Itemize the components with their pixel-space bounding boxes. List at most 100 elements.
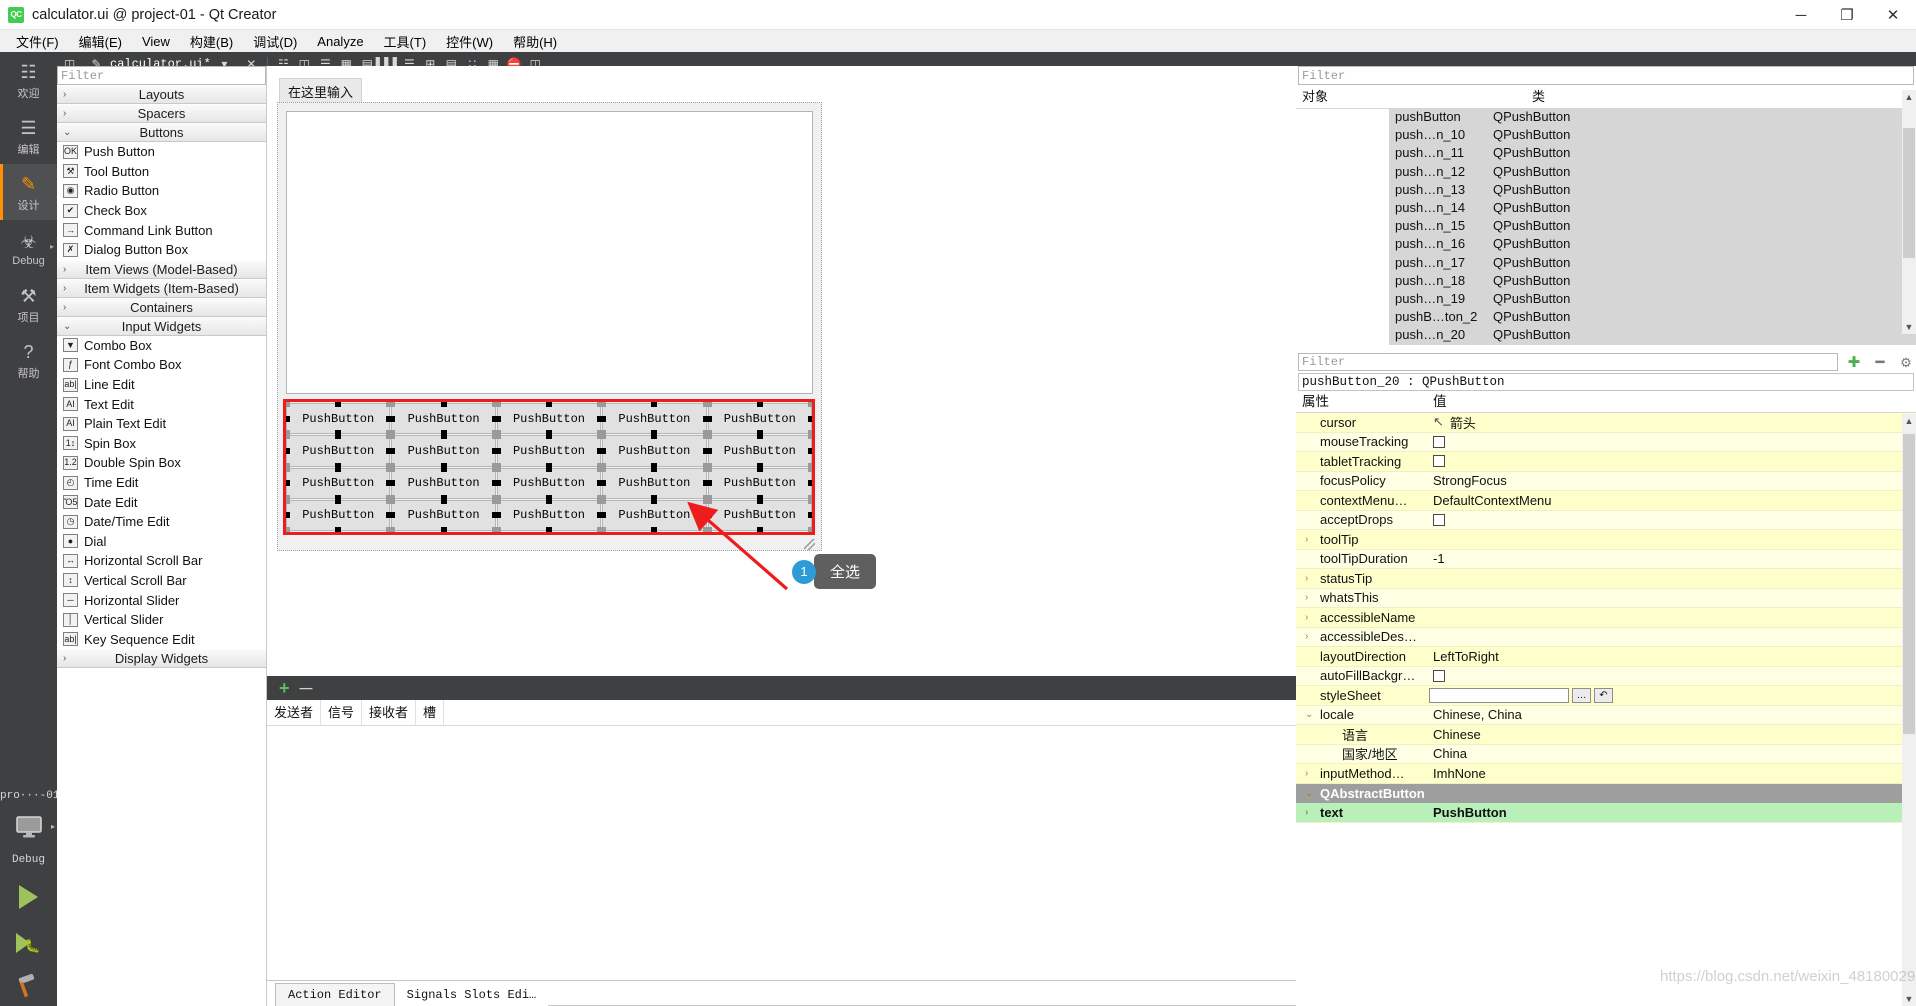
mode-帮助[interactable]: ? 帮助 [0, 332, 57, 388]
chevron-right-icon[interactable]: › [1305, 631, 1308, 642]
run-button[interactable] [0, 874, 57, 920]
object-inspector-row[interactable]: push…n_16 QPushButton [1296, 236, 1916, 255]
widget-item-text-edit[interactable]: AI Text Edit [57, 394, 266, 414]
object-inspector-row[interactable]: push…n_10 QPushButton [1296, 127, 1916, 146]
remove-connection-button[interactable]: ─ [300, 679, 313, 697]
widget-item-check-box[interactable]: ✔ Check Box [57, 201, 266, 221]
chevron-right-icon[interactable]: › [1305, 592, 1308, 603]
property-row-toolTip[interactable]: › toolTip [1296, 530, 1916, 550]
property-row-styleSheet[interactable]: styleSheet … ↶ [1296, 686, 1916, 706]
property-row-accessibleName[interactable]: › accessibleName [1296, 608, 1916, 628]
object-inspector-row[interactable]: push…n_13 QPushButton [1296, 181, 1916, 200]
reset-property-button[interactable]: ↶ [1594, 687, 1613, 703]
property-value[interactable]: … ↶ [1427, 686, 1916, 706]
menubar-placeholder[interactable]: 在这里输入 [279, 78, 363, 105]
widget-item-vertical-scroll-bar[interactable]: ↕ Vertical Scroll Bar [57, 571, 266, 591]
menu-item-2[interactable]: View [132, 32, 180, 51]
kit-selector[interactable]: pro···-01 ▸ Debug 🐛 [0, 786, 59, 1006]
widget-box-filter-input[interactable]: Filter [57, 66, 266, 85]
property-row-statusTip[interactable]: › statusTip [1296, 569, 1916, 589]
menu-item-7[interactable]: 控件(W) [436, 30, 503, 53]
display-area[interactable] [286, 111, 813, 394]
chevron-down-icon[interactable]: ⌄ [1305, 788, 1313, 799]
widget-category-2[interactable]: ⌄ Buttons [57, 123, 266, 142]
widget-item-font-combo-box[interactable]: ƒ Font Combo Box [57, 355, 266, 375]
menu-item-3[interactable]: 构建(B) [180, 30, 243, 53]
form-widget[interactable]: PushButton PushButton PushButton PushButton… [277, 102, 822, 551]
menu-item-0[interactable]: 文件(F) [6, 30, 69, 53]
scroll-up-arrow[interactable]: ▲ [1902, 90, 1916, 104]
form-designer-canvas[interactable]: 在这里输入 PushButton PushButton PushButton Push… [267, 66, 1296, 676]
checkbox[interactable] [1433, 455, 1445, 468]
property-value[interactable]: China [1427, 744, 1916, 764]
property-value[interactable] [1427, 608, 1916, 628]
property-value[interactable]: DefaultContextMenu [1427, 491, 1916, 511]
property-value[interactable]: Chinese [1427, 725, 1916, 745]
menu-item-5[interactable]: Analyze [307, 32, 373, 51]
widget-item-radio-button[interactable]: ◉ Radio Button [57, 181, 266, 201]
chevron-right-icon[interactable]: › [1305, 573, 1308, 584]
property-value[interactable] [1427, 569, 1916, 589]
property-row-toolTipDuration[interactable]: toolTipDuration -1 [1296, 549, 1916, 569]
property-row-text[interactable]: › text PushButton [1296, 803, 1916, 823]
menu-item-8[interactable]: 帮助(H) [503, 30, 567, 53]
property-value[interactable] [1427, 666, 1916, 686]
menu-item-6[interactable]: 工具(T) [374, 30, 437, 53]
widget-category-4[interactable]: › Item Widgets (Item-Based) [57, 278, 266, 298]
object-inspector-row[interactable]: push…n_14 QPushButton [1296, 199, 1916, 219]
stylesheet-dialog-button[interactable]: … [1572, 687, 1591, 703]
widget-item-dialog-button-box[interactable]: ✗ Dialog Button Box [57, 240, 266, 260]
widget-item-line-edit[interactable]: ab| Line Edit [57, 375, 266, 395]
property-row-whatsThis[interactable]: › whatsThis [1296, 588, 1916, 608]
menu-item-1[interactable]: 编辑(E) [69, 30, 132, 53]
object-inspector-row[interactable]: pushButton QPushButton [1296, 109, 1916, 128]
property-row-layoutDirection[interactable]: layoutDirection LeftToRight [1296, 647, 1916, 667]
property-editor-scrollbar[interactable]: ▲ ▼ [1902, 414, 1916, 1006]
property-value[interactable]: PushButton [1427, 803, 1916, 823]
object-inspector-row[interactable]: pushB…ton_2 QPushButton [1296, 309, 1916, 328]
widget-category-1[interactable]: › Spacers [57, 104, 266, 123]
scroll-thumb[interactable] [1903, 434, 1915, 734]
wrench-icon[interactable]: ⚙ [1896, 356, 1916, 369]
widget-category-6[interactable]: ⌄ Input Widgets [57, 316, 266, 336]
object-inspector-filter-input[interactable]: Filter [1298, 66, 1914, 85]
widget-item-horizontal-scroll-bar[interactable]: ↔ Horizontal Scroll Bar [57, 551, 266, 571]
property-row-mouseTracking[interactable]: mouseTracking [1296, 432, 1916, 452]
widget-item-tool-button[interactable]: ⚒ Tool Button [57, 162, 266, 182]
widget-item-vertical-slider[interactable]: │ Vertical Slider [57, 610, 266, 630]
property-row-autoFillBackgr[interactable]: autoFillBackgr… [1296, 666, 1916, 686]
checkbox[interactable] [1433, 513, 1445, 526]
scroll-down-arrow[interactable]: ▼ [1902, 320, 1916, 334]
checkbox[interactable] [1433, 669, 1445, 682]
debug-button[interactable]: 🐛 [0, 920, 57, 966]
property-row-[interactable]: 语言 Chinese [1296, 725, 1916, 745]
mode-Debug[interactable]: ☣ Debug ▸ [0, 220, 57, 276]
property-row-inputMethod[interactable]: › inputMethod… ImhNone [1296, 764, 1916, 784]
mode-设计[interactable]: ✎ 设计 [0, 164, 57, 220]
widget-item-date-edit[interactable]: Ὄ5 Date Edit [57, 492, 266, 512]
scroll-down-arrow[interactable]: ▼ [1902, 992, 1916, 1006]
property-value[interactable] [1427, 432, 1916, 452]
widget-item-key-sequence-edit[interactable]: ab| Key Sequence Edit [57, 629, 266, 649]
object-inspector-row[interactable]: push…n_19 QPushButton [1296, 290, 1916, 310]
stylesheet-input[interactable] [1429, 687, 1569, 703]
widget-category-3[interactable]: › Item Views (Model-Based) [57, 259, 266, 279]
object-inspector-row[interactable]: push…n_17 QPushButton [1296, 254, 1916, 273]
widget-item-spin-box[interactable]: 1↕ Spin Box [57, 434, 266, 454]
object-inspector-row[interactable]: push…n_12 QPushButton [1296, 163, 1916, 182]
scroll-up-arrow[interactable]: ▲ [1902, 414, 1916, 428]
property-value[interactable]: StrongFocus [1427, 471, 1916, 491]
chevron-right-icon[interactable]: › [1305, 768, 1308, 779]
widget-category-7[interactable]: › Display Widgets [57, 649, 266, 669]
property-value[interactable]: Chinese, China [1427, 705, 1916, 725]
close-button[interactable]: ✕ [1870, 0, 1916, 30]
mode-编辑[interactable]: ☰ 编辑 [0, 108, 57, 164]
form-resize-grip[interactable] [804, 539, 815, 550]
widget-item-horizontal-slider[interactable]: ─ Horizontal Slider [57, 590, 266, 610]
property-value[interactable] [1427, 588, 1916, 608]
property-value[interactable] [1427, 510, 1916, 530]
widget-item-date-time-edit[interactable]: ◷ Date/Time Edit [57, 512, 266, 532]
mode-欢迎[interactable]: ☷ 欢迎 [0, 52, 57, 108]
object-inspector-row[interactable]: push…n_11 QPushButton [1296, 145, 1916, 164]
object-inspector-row[interactable]: push…n_20 QPushButton [1296, 327, 1916, 346]
